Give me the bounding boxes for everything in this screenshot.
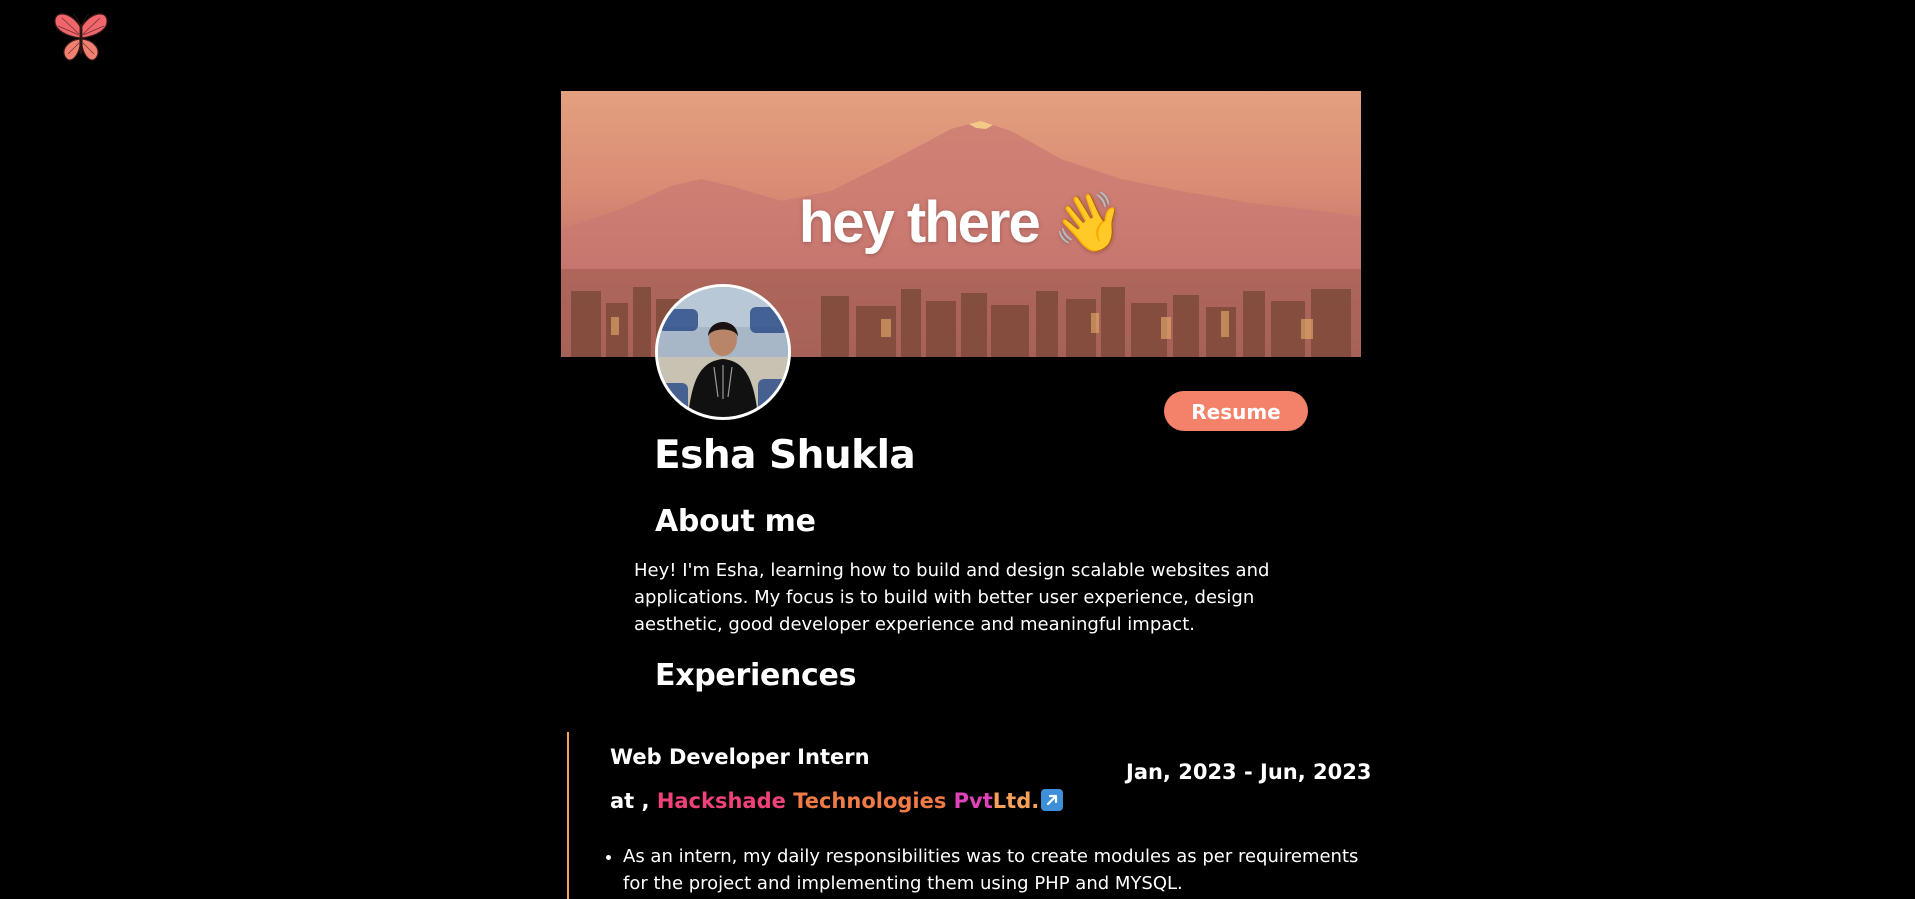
about-title: About me bbox=[655, 504, 816, 539]
experiences-title: Experiences bbox=[655, 658, 857, 693]
company-name-part: Technologies bbox=[793, 789, 947, 813]
about-text: Hey! I'm Esha, learning how to build and… bbox=[634, 560, 1270, 635]
avatar bbox=[655, 284, 791, 420]
experience-timeline-line bbox=[567, 732, 569, 899]
list-item: As an intern, my daily responsibilities … bbox=[623, 843, 1383, 897]
job-title: Web Developer Intern bbox=[610, 745, 870, 769]
company-prefix: at , bbox=[610, 789, 650, 813]
banner-greeting: hey there 👋 bbox=[561, 189, 1361, 257]
banner-greeting-text: hey there bbox=[798, 190, 1041, 255]
company-name-part: Ltd. bbox=[992, 789, 1040, 813]
butterfly-logo-icon[interactable] bbox=[52, 8, 110, 66]
profile-name: Esha Shukla bbox=[654, 433, 916, 478]
company-name-part: Hackshade bbox=[656, 789, 786, 813]
job-responsibilities-list: As an intern, my daily responsibilities … bbox=[605, 843, 1383, 897]
waving-hand-icon: 👋 bbox=[1052, 190, 1125, 255]
external-link-icon[interactable] bbox=[1041, 789, 1064, 811]
company-name-part: Pvt bbox=[953, 789, 993, 813]
company-link[interactable]: Hackshade Technologies PvtLtd. bbox=[656, 789, 1064, 813]
company-line: at , Hackshade Technologies PvtLtd. bbox=[610, 789, 1064, 813]
job-date: Jan, 2023 - Jun, 2023 bbox=[1126, 760, 1372, 784]
resume-button[interactable]: Resume bbox=[1164, 391, 1308, 431]
